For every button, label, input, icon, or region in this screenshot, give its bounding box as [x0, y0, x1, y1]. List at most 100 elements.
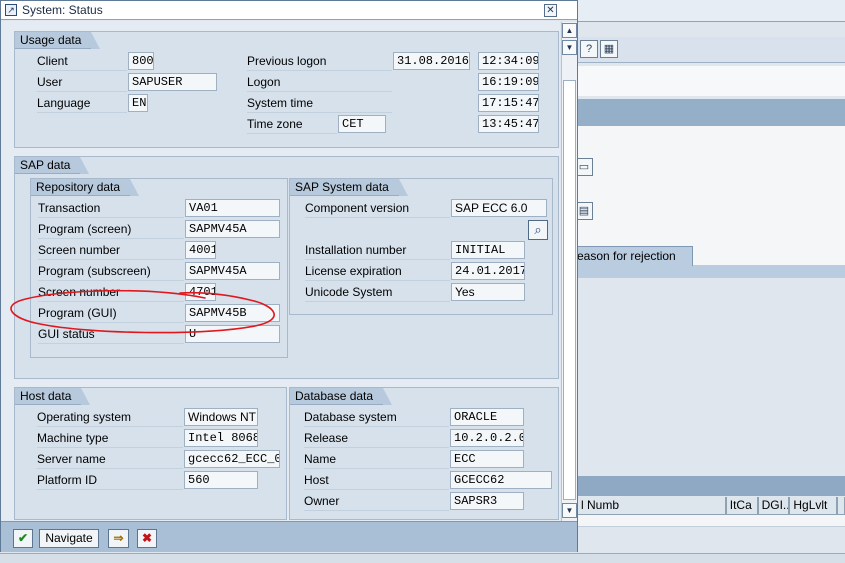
column-header[interactable] [837, 497, 845, 515]
column-header[interactable]: DGI.. [757, 497, 790, 515]
logon-label: Logon [247, 73, 392, 92]
usage-data-group: Usage data Client 800 User SAPUSER Langu… [14, 31, 559, 148]
background-header-area [577, 99, 845, 126]
database-host-value: GCECC62 [450, 471, 552, 489]
operating-system-value: Windows NT [184, 408, 258, 426]
background-table-toolbar [577, 476, 845, 496]
scrollbar-thumb[interactable] [563, 80, 576, 500]
host-data-group: Host data Operating system Windows NT Ma… [14, 387, 287, 520]
installation-number-value: INITIAL [451, 241, 525, 259]
time-zone-time: 13:45:47 [478, 115, 539, 133]
dialog-footer: ✔ Navigate ⇒ ✖ [1, 521, 577, 552]
system-status-dialog: ↗ System: Status ✕ Usage data Client 800… [0, 0, 578, 552]
time-zone-label: Time zone [247, 115, 337, 134]
component-version-label: Component version [305, 199, 450, 218]
tab-reason-for-rejection[interactable]: eason for rejection [575, 246, 693, 266]
sap-system-data-group: SAP System data Component version SAP EC… [289, 178, 553, 315]
help-icon[interactable]: ? [580, 40, 598, 58]
background-toolbar: ? ▦ [577, 37, 845, 63]
user-value: SAPUSER [128, 73, 217, 91]
program-gui-label: Program (GUI) [38, 304, 184, 323]
background-window-titlebar [577, 0, 845, 22]
database-data-header: Database data [290, 388, 393, 405]
previous-logon-time: 12:34:09 [478, 52, 539, 70]
license-expiration-label: License expiration [305, 262, 450, 281]
gui-status-value: U [185, 325, 280, 343]
user-label: User [37, 73, 127, 92]
background-panel [577, 283, 845, 473]
save-variant-icon[interactable]: ⇒ [108, 529, 129, 548]
sap-data-header: SAP data [15, 157, 91, 174]
subscreen-number-label: Screen number [38, 283, 184, 302]
database-system-value: ORACLE [450, 408, 524, 426]
background-band [577, 66, 845, 96]
scroll-up-icon[interactable]: ▲ [562, 23, 577, 38]
dialog-titlebar: ↗ System: Status ✕ [1, 1, 577, 20]
scroll-down-icon[interactable]: ▼ [562, 40, 577, 55]
release-label: Release [304, 429, 449, 448]
dialog-title: System: Status [22, 3, 103, 17]
column-header[interactable]: HgLvlt [789, 497, 838, 515]
database-name-label: Name [304, 450, 449, 469]
program-screen-label: Program (screen) [38, 220, 184, 239]
search-icon[interactable]: ⌕ [528, 220, 548, 240]
server-name-label: Server name [37, 450, 183, 469]
screen-number-label: Screen number [38, 241, 184, 260]
repository-data-header: Repository data [31, 179, 140, 196]
database-host-label: Host [304, 471, 449, 490]
unicode-system-label: Unicode System [305, 283, 450, 302]
component-version-value: SAP ECC 6.0 [451, 199, 547, 217]
logon-time: 16:19:09 [478, 73, 539, 91]
language-label: Language [37, 94, 127, 113]
sap-data-group: SAP data Repository data Transaction VA0… [14, 156, 559, 379]
close-icon[interactable]: ✕ [544, 4, 557, 17]
transaction-label: Transaction [38, 199, 184, 218]
layout-icon[interactable]: ▦ [600, 40, 618, 58]
server-name-value: gcecc62_ECC_0( [184, 450, 280, 468]
database-system-label: Database system [304, 408, 449, 427]
status-bar [0, 553, 845, 563]
navigate-button[interactable]: Navigate [39, 529, 99, 548]
subscreen-number-value: 4701 [185, 283, 216, 301]
usage-data-header: Usage data [15, 32, 101, 49]
platform-id-label: Platform ID [37, 471, 183, 490]
column-header[interactable]: l Numb [577, 497, 726, 515]
gui-status-label: GUI status [38, 325, 184, 344]
checkmark-icon[interactable]: ✔ [13, 529, 33, 548]
language-value: EN [128, 94, 148, 112]
installation-number-label: Installation number [305, 241, 450, 260]
machine-type-value: Intel 8068 [184, 429, 258, 447]
platform-id-value: 560 [184, 471, 258, 489]
program-screen-value: SAPMV45A [185, 220, 280, 238]
database-name-value: ECC [450, 450, 524, 468]
program-gui-value: SAPMV45B [185, 304, 280, 322]
vertical-scrollbar[interactable]: ▲ ▼ ▼ [561, 22, 577, 521]
program-subscreen-value: SAPMV45A [185, 262, 280, 280]
sap-system-data-header: SAP System data [290, 179, 408, 196]
previous-logon-label: Previous logon [247, 52, 392, 71]
release-value: 10.2.0.2.0 [450, 429, 524, 447]
transaction-value: VA01 [185, 199, 280, 217]
screen-number-value: 4001 [185, 241, 216, 259]
background-table-header: l Numb ItCa DGI.. HgLvlt [577, 497, 845, 515]
owner-value: SAPSR3 [450, 492, 524, 510]
previous-logon-date: 31.08.2016 [393, 52, 470, 70]
dialog-content: Usage data Client 800 User SAPUSER Langu… [1, 21, 560, 521]
database-data-group: Database data Database system ORACLE Rel… [289, 387, 559, 520]
owner-label: Owner [304, 492, 449, 511]
client-label: Client [37, 52, 127, 71]
scroll-bottom-icon[interactable]: ▼ [562, 503, 577, 518]
host-data-header: Host data [15, 388, 91, 405]
system-time-value: 17:15:47 [478, 94, 539, 112]
repository-data-group: Repository data Transaction VA01 Program… [30, 178, 288, 358]
system-time-label: System time [247, 94, 392, 113]
window-icon: ↗ [5, 4, 17, 16]
operating-system-label: Operating system [37, 408, 183, 427]
program-subscreen-label: Program (subscreen) [38, 262, 184, 281]
client-value: 800 [128, 52, 154, 70]
machine-type-label: Machine type [37, 429, 183, 448]
background-table-row [577, 515, 845, 527]
cancel-icon[interactable]: ✖ [137, 529, 157, 548]
background-tabstrip [577, 265, 845, 278]
column-header[interactable]: ItCa [725, 497, 758, 515]
